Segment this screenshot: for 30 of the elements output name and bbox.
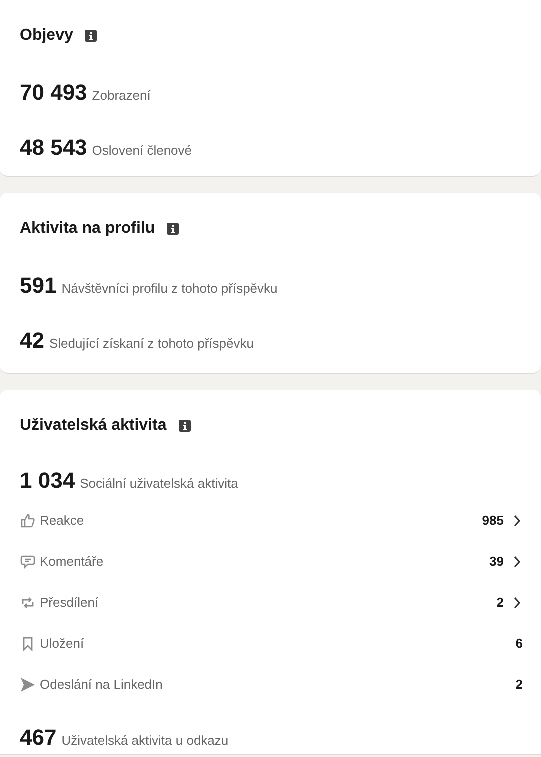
thumbs-up-icon <box>20 513 36 529</box>
metric-label: Zobrazení <box>92 87 151 105</box>
metric-value: 467 <box>20 724 57 752</box>
metric-label: Sledující získaní z tohoto příspěvku <box>49 335 254 353</box>
metric-label: Oslovení členové <box>92 142 192 160</box>
metric-value: 70 493 <box>20 79 88 107</box>
metric-value: 591 <box>20 272 57 300</box>
paper-plane-icon <box>20 677 36 693</box>
metric-label: Návštěvníci profilu z tohoto příspěvku <box>62 280 278 298</box>
info-icon[interactable] <box>85 30 98 42</box>
metric-row: Uložení 6 <box>20 634 523 654</box>
info-icon[interactable] <box>178 420 191 432</box>
metric-label: Sociální uživatelská aktivita <box>80 475 238 493</box>
chevron-icon <box>513 597 521 609</box>
metric-value: 48 543 <box>20 134 88 162</box>
metric-label: Uživatelská aktivita u odkazu <box>62 732 229 750</box>
chevron-icon <box>513 556 521 568</box>
speech-bubble-icon <box>20 554 36 570</box>
metric-value: 42 <box>20 327 44 355</box>
metric-row[interactable]: Přesdílení 2 <box>20 593 523 613</box>
section-title: Uživatelská aktivita <box>20 416 167 436</box>
info-icon[interactable] <box>167 223 180 235</box>
metric-row: Odeslání na LinkedIn 2 <box>20 675 523 695</box>
repost-icon <box>20 595 36 611</box>
metric-row[interactable]: Reakce 985 <box>20 511 523 531</box>
metric-value: 1 034 <box>20 467 76 495</box>
chevron-icon <box>513 515 521 527</box>
section-title: Aktivita na profilu <box>20 219 156 239</box>
section-title: Objevy <box>20 26 74 46</box>
metric-row[interactable]: Komentáře 39 <box>20 552 523 572</box>
